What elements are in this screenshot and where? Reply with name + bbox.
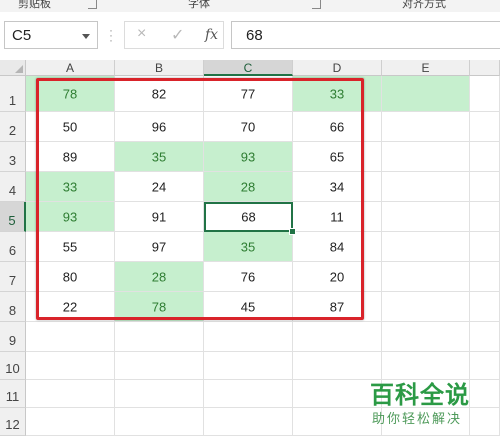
row-header-5[interactable]: 5 — [0, 202, 26, 232]
row-header-12[interactable]: 12 — [0, 408, 26, 436]
cell-b11[interactable] — [115, 380, 204, 408]
cell-e9[interactable] — [382, 322, 470, 352]
cancel-icon[interactable]: × — [137, 25, 146, 43]
select-all-corner[interactable] — [0, 60, 26, 76]
row-header-8[interactable]: 8 — [0, 292, 26, 322]
cell-f8[interactable] — [470, 292, 500, 322]
cell-f1[interactable] — [470, 76, 500, 112]
row-number: 9 — [8, 333, 17, 348]
formula-bar: C5 · · · × ✓ fx 68 — [0, 12, 500, 61]
cell-f7[interactable] — [470, 262, 500, 292]
ribbon-group-alignment: 对齐方式 — [402, 0, 446, 10]
font-launcher-icon[interactable] — [312, 0, 321, 9]
row-number: 8 — [8, 303, 17, 318]
cell-f4[interactable] — [470, 172, 500, 202]
cell-e6[interactable] — [382, 232, 470, 262]
cell-a11[interactable] — [26, 380, 115, 408]
clipboard-launcher-icon[interactable] — [88, 0, 97, 9]
column-header-b[interactable]: B — [115, 60, 204, 76]
cell-e8[interactable] — [382, 292, 470, 322]
row-header-9[interactable]: 9 — [0, 322, 26, 352]
row-header-1[interactable]: 1 — [0, 76, 26, 112]
column-header-a[interactable]: A — [26, 60, 115, 76]
formula-input-value: 68 — [246, 27, 263, 44]
row-number: 7 — [8, 273, 17, 288]
name-box-value: C5 — [12, 27, 32, 44]
cell-b12[interactable] — [115, 408, 204, 436]
cell-e4[interactable] — [382, 172, 470, 202]
cell-f3[interactable] — [470, 142, 500, 172]
cell-c10[interactable] — [204, 352, 293, 380]
row-header-3[interactable]: 3 — [0, 142, 26, 172]
row-header-10[interactable]: 10 — [0, 352, 26, 380]
formula-input[interactable]: 68 — [231, 21, 500, 49]
cell-f5[interactable] — [470, 202, 500, 232]
cell-c12[interactable] — [204, 408, 293, 436]
column-header-d[interactable]: D — [293, 60, 382, 76]
cell-a10[interactable] — [26, 352, 115, 380]
row-number: 12 — [5, 417, 20, 432]
cell-a9[interactable] — [26, 322, 115, 352]
cell-f9[interactable] — [470, 322, 500, 352]
cell-c9[interactable] — [204, 322, 293, 352]
row-number: 11 — [5, 389, 20, 404]
column-header-f[interactable] — [470, 60, 500, 76]
row-header-4[interactable]: 4 — [0, 172, 26, 202]
insert-function-icon[interactable]: fx — [205, 27, 218, 43]
cell-d11[interactable] — [293, 380, 382, 408]
name-box[interactable]: C5 — [4, 21, 98, 49]
cell-e7[interactable] — [382, 262, 470, 292]
formula-bar-separator-icon[interactable]: · · · — [109, 24, 113, 46]
column-header-c[interactable]: C — [204, 60, 293, 76]
cell-e2[interactable] — [382, 112, 470, 142]
row-header-6[interactable]: 6 — [0, 232, 26, 262]
cell-d9[interactable] — [293, 322, 382, 352]
cell-f2[interactable] — [470, 112, 500, 142]
row-number: 3 — [8, 153, 17, 168]
row-number: 5 — [8, 213, 16, 228]
ribbon-group-font: 字体 — [188, 0, 210, 10]
row-number: 1 — [8, 93, 17, 108]
cell-b9[interactable] — [115, 322, 204, 352]
row-header-2[interactable]: 2 — [0, 112, 26, 142]
formula-buttons: × ✓ fx — [124, 21, 224, 49]
cell-f6[interactable] — [470, 232, 500, 262]
cell-c11[interactable] — [204, 380, 293, 408]
cell-a12[interactable] — [26, 408, 115, 436]
row-number: 10 — [5, 361, 20, 376]
cell-e3[interactable] — [382, 142, 470, 172]
column-header-e[interactable]: E — [382, 60, 470, 76]
watermark-title: 百科全说 — [370, 381, 470, 409]
row-number: 6 — [8, 243, 17, 258]
annotation-highlight-box — [36, 78, 364, 320]
cell-d12[interactable] — [293, 408, 382, 436]
name-box-dropdown-icon[interactable] — [82, 34, 90, 39]
watermark-logo: 百科全说 助你轻松解决 — [370, 375, 482, 431]
ribbon-group-clipboard: 剪贴板 — [18, 0, 51, 10]
row-number: 2 — [8, 123, 17, 138]
row-header-11[interactable]: 11 — [0, 380, 26, 408]
cell-e1[interactable] — [382, 76, 470, 112]
row-header-7[interactable]: 7 — [0, 262, 26, 292]
cell-b10[interactable] — [115, 352, 204, 380]
cell-e5[interactable] — [382, 202, 470, 232]
row-number: 4 — [8, 183, 17, 198]
watermark-subtitle: 助你轻松解决 — [372, 412, 463, 427]
cell-d10[interactable] — [293, 352, 382, 380]
enter-icon[interactable]: ✓ — [171, 25, 184, 45]
